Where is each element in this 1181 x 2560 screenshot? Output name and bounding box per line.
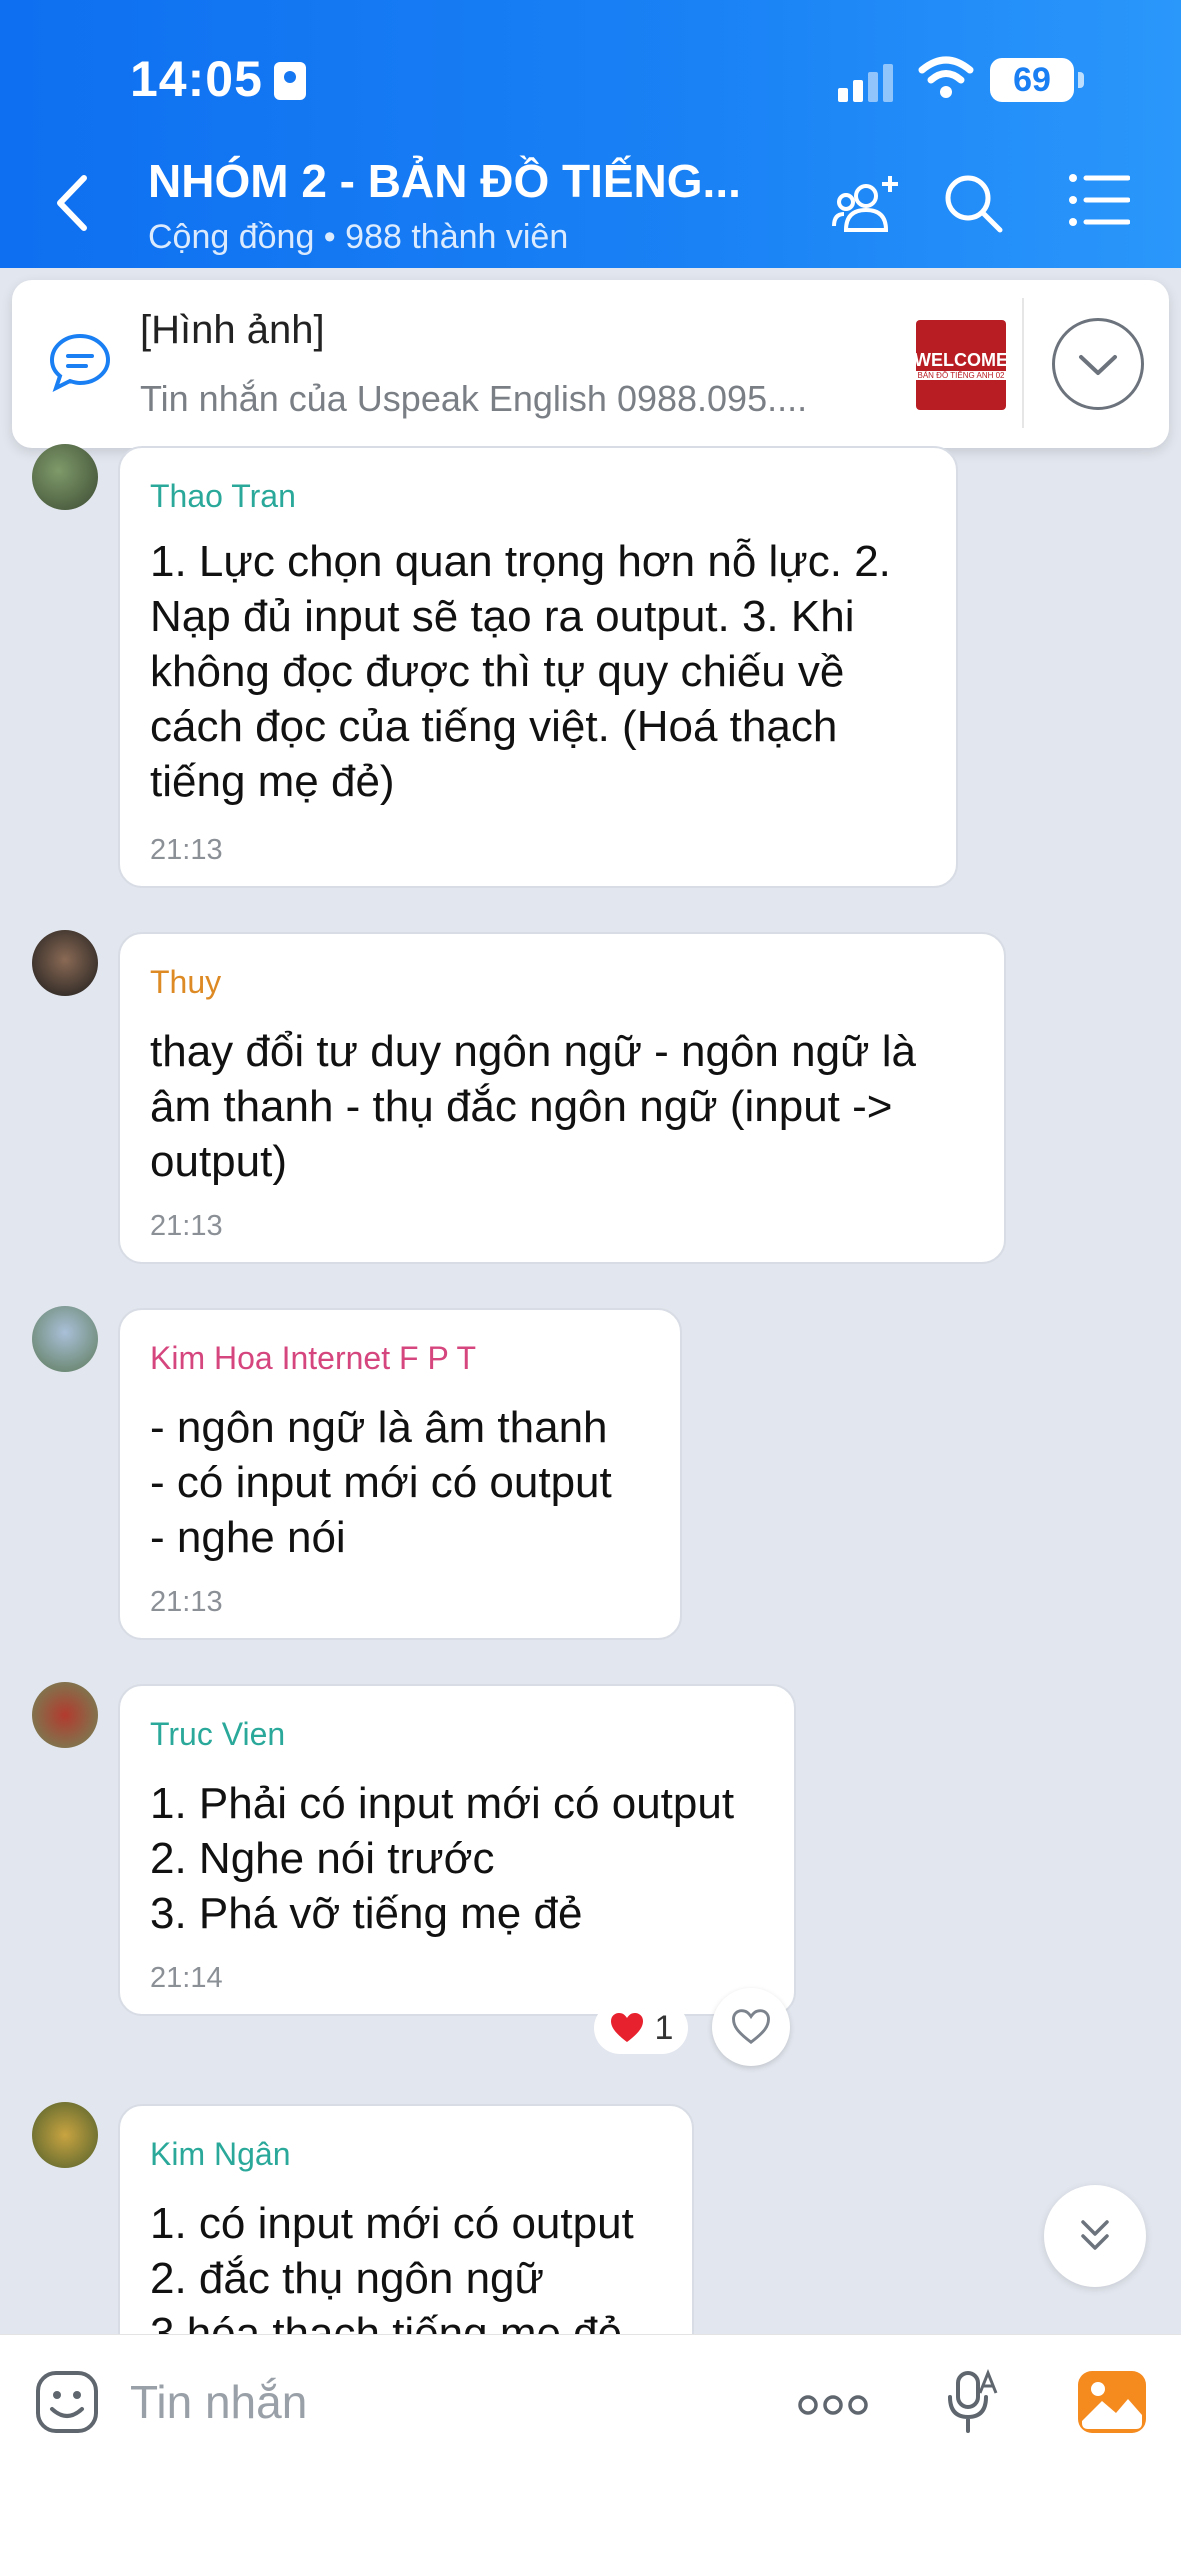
group-subtitle[interactable]: Cộng đồng • 988 thành viên [148, 218, 568, 257]
message-time: 21:13 [150, 1210, 223, 1242]
message-bubble[interactable]: Truc Vien 1. Phải có input mới có output… [118, 1684, 796, 2016]
wifi-icon [918, 56, 974, 98]
message-text: 1. Lực chọn quan trọng hơn nỗ lực. 2. Nạ… [150, 537, 891, 806]
heart-icon [610, 2013, 643, 2042]
message-text: thay đổi tư duy ngôn ngữ - ngôn ngữ là â… [150, 1027, 916, 1186]
sticker-icon[interactable] [34, 2369, 100, 2435]
message-bubble[interactable]: Thuy thay đổi tư duy ngôn ngữ - ngôn ngữ… [118, 932, 1006, 1264]
pinned-message[interactable]: [Hình ảnh] Tin nhắn của Uspeak English 0… [12, 280, 1169, 448]
more-options-icon[interactable] [796, 2393, 870, 2417]
pinned-thumbnail[interactable]: WELCOME BẢN ĐỒ TIẾNG ANH 02 [914, 320, 1008, 410]
message-time: 21:13 [150, 834, 223, 866]
back-icon[interactable] [50, 172, 94, 234]
image-gallery-icon[interactable] [1076, 2369, 1148, 2435]
expand-pinned-button[interactable] [1052, 318, 1144, 410]
thumb-text: WELCOME [914, 350, 1008, 370]
message-input[interactable]: Tin nhắn [130, 2375, 307, 2429]
menu-list-icon[interactable] [1068, 172, 1130, 228]
battery-indicator: 69 [990, 58, 1084, 102]
voice-to-text-icon[interactable] [944, 2369, 1000, 2435]
members-icon[interactable] [832, 172, 904, 234]
message-bubble[interactable]: Kim Hoa Internet F P T - ngôn ngữ là âm … [118, 1308, 682, 1640]
sender-name[interactable]: Thao Tran [150, 478, 296, 515]
avatar[interactable] [32, 1682, 98, 1748]
group-title[interactable]: NHÓM 2 - BẢN ĐỒ TIẾNG... [148, 154, 741, 208]
search-icon[interactable] [942, 172, 1004, 234]
avatar[interactable] [32, 1306, 98, 1372]
message-text: - ngôn ngữ là âm thanh - có input mới có… [150, 1403, 612, 1562]
avatar[interactable] [32, 444, 98, 510]
avatar[interactable] [32, 2102, 98, 2168]
status-time: 14:05 [130, 51, 263, 107]
message-input-bar: Tin nhắn [0, 2334, 1181, 2560]
chevron-down-icon [1079, 355, 1117, 375]
scroll-to-bottom-button[interactable] [1044, 2185, 1146, 2287]
chat-header: 14:05 69 NHÓM 2 - BẢN ĐỒ TIẾNG... Cộng đ… [0, 0, 1181, 268]
sender-name[interactable]: Kim Hoa Internet F P T [150, 1340, 476, 1377]
reaction-badge[interactable]: 1 [594, 2002, 688, 2054]
sender-name[interactable]: Thuy [150, 964, 221, 1001]
signal-icon [838, 62, 894, 102]
pinned-subtitle: Tin nhắn của Uspeak English 0988.095.... [140, 378, 808, 419]
focus-icon [274, 62, 306, 100]
divider [1022, 298, 1024, 428]
sender-name[interactable]: Truc Vien [150, 1716, 285, 1753]
avatar[interactable] [32, 930, 98, 996]
message-bubble-icon [49, 333, 111, 392]
thumb-sub: BẢN ĐỒ TIẾNG ANH 02 [916, 371, 1006, 380]
message-bubble[interactable]: Thao Tran 1. Lực chọn quan trọng hơn nỗ … [118, 446, 958, 888]
heart-outline-icon [732, 2009, 770, 2044]
sender-name[interactable]: Kim Ngân [150, 2136, 291, 2173]
react-button[interactable] [712, 1988, 790, 2066]
message-time: 21:13 [150, 1586, 223, 1618]
pinned-title: [Hình ảnh] [140, 308, 325, 352]
double-chevron-down-icon [1081, 2220, 1109, 2250]
message-time: 21:14 [150, 1962, 223, 1994]
reaction-count: 1 [654, 2008, 674, 2047]
message-text: 1. Phải có input mới có output 2. Nghe n… [150, 1779, 735, 1938]
